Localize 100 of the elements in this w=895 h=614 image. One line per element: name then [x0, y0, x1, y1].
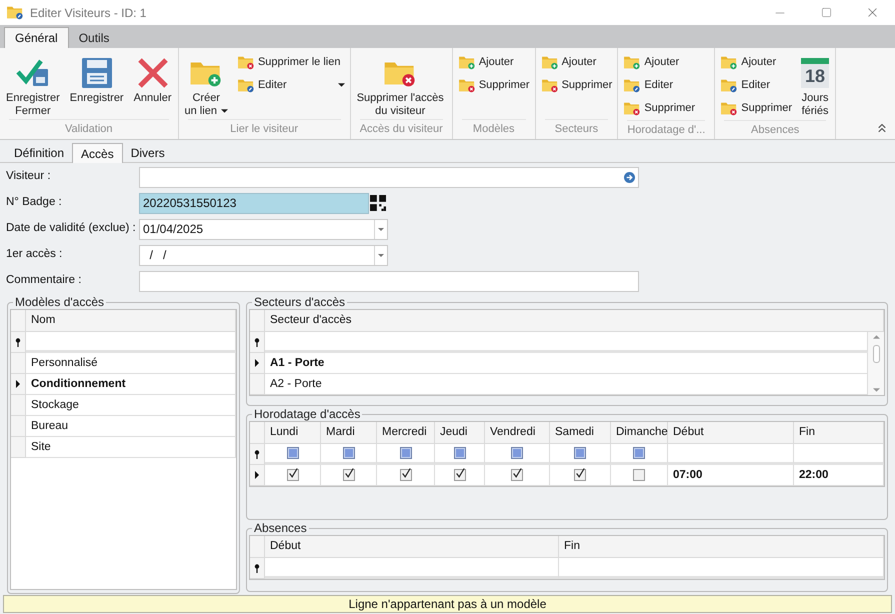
caret-icon [220, 109, 228, 114]
ribbon-button[interactable]: Créer un lien [182, 50, 231, 119]
maximize-icon[interactable] [820, 7, 832, 18]
ribbon-button[interactable]: Ajouter [718, 51, 794, 74]
ribbon-tab[interactable]: Général [4, 27, 69, 48]
column-header[interactable]: Mercredi [377, 422, 435, 444]
ribbon-button[interactable]: Supprimer [621, 97, 698, 120]
field-label: Date de validité (exclue) : [5, 221, 137, 236]
scroll-up-icon[interactable] [872, 335, 880, 339]
field-label: N° Badge : [5, 195, 63, 210]
filter-checkbox[interactable] [454, 447, 466, 459]
folder-remove-icon [458, 78, 476, 93]
date-field[interactable]: / / [139, 244, 388, 266]
field-label: 1er accès : [5, 247, 64, 262]
scrollbar-thumb[interactable] [872, 345, 880, 363]
filter-checkbox[interactable] [286, 447, 298, 459]
vertical-scrollbar[interactable] [868, 332, 884, 395]
ribbon-button[interactable]: Editer [621, 74, 698, 97]
badge-field[interactable]: 20220531550123 [139, 192, 369, 214]
comment-field[interactable] [139, 270, 639, 292]
dropdown-button[interactable] [374, 220, 387, 238]
ribbon-button[interactable]: Supprimer l'accès du visiteur [354, 50, 447, 119]
check-floppy-icon [14, 57, 51, 89]
column-header[interactable]: Samedi [550, 422, 611, 444]
field-label: Commentaire : [5, 273, 82, 288]
group-caption: Accès du visiteur [360, 122, 443, 137]
ribbon-button[interactable]: Supprimer [718, 97, 794, 120]
group-caption: Absences [750, 123, 800, 138]
caret-icon [338, 83, 345, 88]
ribbon-button[interactable]: Supprimer [456, 74, 532, 97]
pin-icon [254, 564, 260, 572]
column-header[interactable]: Secteur d'accès [265, 310, 884, 332]
qr-code-icon[interactable] [370, 195, 386, 211]
ribbon-button[interactable]: Supprimer le lien [234, 51, 347, 74]
date-field[interactable]: 01/04/2025 [139, 218, 388, 240]
scroll-down-icon[interactable] [872, 388, 880, 392]
ribbon-tab[interactable]: Outils [68, 27, 120, 48]
folder-add-icon [540, 55, 559, 70]
filter-checkbox[interactable] [342, 447, 354, 459]
ribbon-button[interactable]: Editer [718, 74, 794, 97]
filter-checkbox[interactable] [400, 447, 412, 459]
checkbox[interactable] [511, 469, 523, 481]
folder-remove-icon [623, 101, 642, 116]
table-cell: A1 - Porte [265, 353, 868, 374]
folder-edit-icon [236, 78, 255, 93]
folder-edit-icon [6, 5, 24, 20]
page-tab[interactable]: Accès [72, 143, 123, 163]
ribbon-button[interactable]: Enregistrer Fermer [3, 50, 63, 119]
ribbon-button[interactable]: 18 Jours fériés [798, 50, 832, 120]
column-header[interactable]: Début [668, 422, 794, 444]
folder-edit-icon [720, 78, 738, 93]
checkbox[interactable] [400, 469, 412, 481]
ribbon-button[interactable]: Supprimer [538, 74, 614, 97]
folder-remove-icon [540, 78, 559, 93]
table-cell: 22:00 [794, 465, 884, 486]
ribbon-button[interactable]: Editer [234, 74, 347, 97]
column-header[interactable]: Début [265, 536, 559, 558]
ribbon-button[interactable]: Enregistrer [66, 50, 127, 119]
column-header[interactable]: Fin [794, 422, 884, 444]
column-header[interactable]: Fin [559, 536, 884, 558]
checkbox[interactable] [342, 469, 354, 481]
column-header[interactable]: Dimanche [611, 422, 668, 444]
column-header[interactable]: Mardi [321, 422, 377, 444]
page-tab[interactable]: Définition [6, 143, 72, 162]
table-cell: A2 - Porte [265, 374, 868, 395]
page-tab[interactable]: Divers [122, 143, 173, 162]
field-label: Visiteur : [5, 169, 52, 184]
table-cell: Conditionnement [26, 374, 236, 395]
checkbox[interactable] [574, 469, 586, 481]
checkbox[interactable] [286, 469, 298, 481]
row-pointer-icon [255, 359, 259, 367]
column-header[interactable]: Jeudi [435, 422, 485, 444]
column-header[interactable]: Vendredi [485, 422, 550, 444]
checkbox[interactable] [633, 469, 645, 481]
group-title: Horodatage d'accès [253, 408, 362, 421]
row-pointer-icon [255, 471, 259, 479]
ribbon-button[interactable]: Ajouter [456, 51, 532, 74]
status-bar: Ligne n'appartenant pas à un modèle [3, 595, 892, 613]
group-title: Absences [253, 522, 308, 535]
filter-checkbox[interactable] [574, 447, 586, 459]
ribbon-button[interactable]: Ajouter [621, 51, 698, 74]
group-caption: Secteurs [554, 122, 600, 137]
filter-checkbox[interactable] [633, 447, 645, 459]
dropdown-button[interactable] [374, 246, 387, 264]
group-title: Modèles d'accès [14, 296, 106, 309]
arrow-circle-icon[interactable] [624, 172, 635, 182]
pin-icon [15, 338, 21, 346]
checkbox[interactable] [454, 469, 466, 481]
table-cell: Bureau [26, 416, 236, 437]
table-cell: Site [26, 437, 236, 458]
column-header[interactable]: Lundi [265, 422, 321, 444]
visitor-field[interactable] [139, 166, 639, 188]
folder-edit-icon [623, 78, 642, 93]
group-caption: Modèles [472, 122, 516, 137]
column-header[interactable]: Nom [26, 310, 236, 332]
ribbon-button[interactable]: Ajouter [538, 51, 614, 74]
filter-checkbox[interactable] [511, 447, 523, 459]
caret-icon [378, 254, 384, 256]
ribbon-button[interactable]: Annuler [130, 50, 175, 119]
table-cell: Stockage [26, 395, 236, 416]
